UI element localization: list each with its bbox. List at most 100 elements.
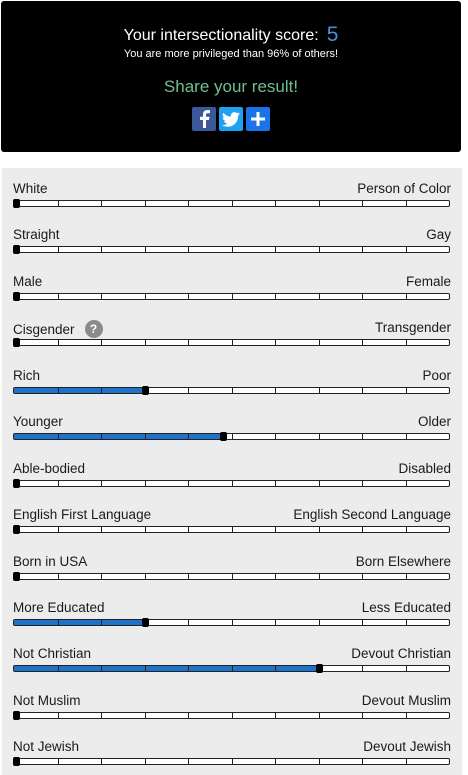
slider-handle[interactable] <box>141 618 149 627</box>
slider-track[interactable] <box>13 432 450 441</box>
slider-tick <box>188 201 189 206</box>
facebook-share-button[interactable] <box>192 107 216 131</box>
slider-track[interactable] <box>13 386 450 395</box>
slider-right-label: Person of Color <box>357 181 451 196</box>
slider-row: Not Muslim Devout Muslim <box>2 693 462 739</box>
slider-left-text: Younger <box>13 414 63 429</box>
slider-tick <box>405 201 407 206</box>
slider-tick <box>275 759 276 764</box>
slider-left-text: English First Language <box>13 507 152 522</box>
slider-left-text: Not Jewish <box>13 739 80 754</box>
slider-tick <box>362 201 363 206</box>
slider-track[interactable] <box>13 618 450 627</box>
slider-track[interactable] <box>13 292 450 301</box>
slider-track[interactable] <box>13 245 450 254</box>
slider-handle[interactable] <box>13 199 20 208</box>
slider-tick <box>231 759 233 764</box>
slider-tick <box>231 340 233 345</box>
slider-track[interactable] <box>13 572 450 581</box>
slider-right-label: Poor <box>422 368 451 383</box>
slider-left-label: Not Jewish <box>13 739 79 754</box>
slider-tick <box>101 620 102 625</box>
slider-tick <box>188 294 189 299</box>
slider-tick <box>231 388 233 393</box>
slider-left-label: Not Muslim <box>13 693 81 708</box>
slider-tick <box>101 247 102 252</box>
slider-tick <box>188 713 189 718</box>
slider-tick <box>405 294 407 299</box>
slider-row: Not Jewish Devout Jewish <box>2 739 462 775</box>
slider-tick <box>57 666 59 671</box>
slider-tick <box>144 247 146 252</box>
slider-tick <box>101 201 102 206</box>
sliders-panel: White Person of Color Straight Gay Male Femal… <box>2 168 462 775</box>
slider-left-label: English First Language <box>13 507 151 522</box>
slider-tick <box>57 434 59 439</box>
slider-tick <box>144 527 146 532</box>
slider-right-label: Older <box>417 414 451 429</box>
slider-handle[interactable] <box>13 245 20 254</box>
slider-tick <box>275 340 276 345</box>
more-share-button[interactable] <box>246 107 270 131</box>
slider-track[interactable] <box>13 664 450 673</box>
slider-handle[interactable] <box>13 572 20 581</box>
slider-tick <box>57 527 59 532</box>
slider-handle[interactable] <box>13 757 20 766</box>
slider-track[interactable] <box>13 711 450 720</box>
slider-handle[interactable] <box>219 432 227 441</box>
slider-track[interactable] <box>13 525 450 534</box>
score-panel: Your intersectionality score: 5 You are m… <box>1 1 461 152</box>
slider-tick <box>362 666 363 671</box>
slider-track[interactable] <box>13 199 450 208</box>
slider-tick <box>405 620 407 625</box>
slider-tick <box>231 574 233 579</box>
slider-tick <box>57 713 59 718</box>
slider-tick <box>57 620 59 625</box>
slider-handle[interactable] <box>13 525 20 534</box>
slider-handle[interactable] <box>13 292 20 301</box>
slider-left-text: More Educated <box>13 600 105 615</box>
slider-tick <box>101 481 102 486</box>
slider-row: Rich Poor <box>2 368 462 414</box>
slider-left-text: Not Christian <box>13 646 92 661</box>
slider-tick <box>144 481 146 486</box>
slider-tick <box>57 247 59 252</box>
slider-tick <box>188 340 189 345</box>
slider-right-label: Devout Muslim <box>361 693 451 708</box>
slider-row: English First Language English Second Lan… <box>2 507 462 553</box>
twitter-share-button[interactable] <box>219 107 243 131</box>
slider-tick <box>405 434 407 439</box>
slider-left-text: Able-bodied <box>13 461 86 476</box>
facebook-icon <box>198 110 210 128</box>
slider-tick <box>318 620 320 625</box>
slider-tick <box>318 434 320 439</box>
help-icon[interactable]: ? <box>84 320 103 338</box>
slider-right-label: Disabled <box>398 461 451 476</box>
slider-tick <box>362 759 363 764</box>
slider-tick <box>144 434 146 439</box>
slider-right-label: Less Educated <box>361 600 451 615</box>
slider-tick <box>57 294 59 299</box>
slider-tick <box>405 759 407 764</box>
slider-handle[interactable] <box>13 338 20 347</box>
slider-right-label: Female <box>405 274 451 289</box>
slider-handle[interactable] <box>315 664 323 673</box>
slider-track[interactable] <box>13 338 450 347</box>
slider-track[interactable] <box>13 479 450 488</box>
slider-tick <box>318 713 320 718</box>
slider-left-label: Male <box>13 274 42 289</box>
slider-left-label: Younger <box>13 414 63 429</box>
slider-track[interactable] <box>13 757 450 766</box>
slider-right-label: English Second Language <box>293 507 451 522</box>
slider-left-text: Born in USA <box>13 554 88 569</box>
slider-tick <box>275 666 276 671</box>
slider-left-text: Not Muslim <box>13 693 81 708</box>
slider-tick <box>318 481 320 486</box>
slider-right-label: Transgender <box>374 320 451 335</box>
slider-handle[interactable] <box>13 479 20 488</box>
slider-tick <box>188 434 189 439</box>
slider-handle[interactable] <box>13 711 20 720</box>
slider-tick <box>101 759 102 764</box>
slider-handle[interactable] <box>141 386 149 395</box>
slider-left-label: Able-bodied <box>13 461 85 476</box>
